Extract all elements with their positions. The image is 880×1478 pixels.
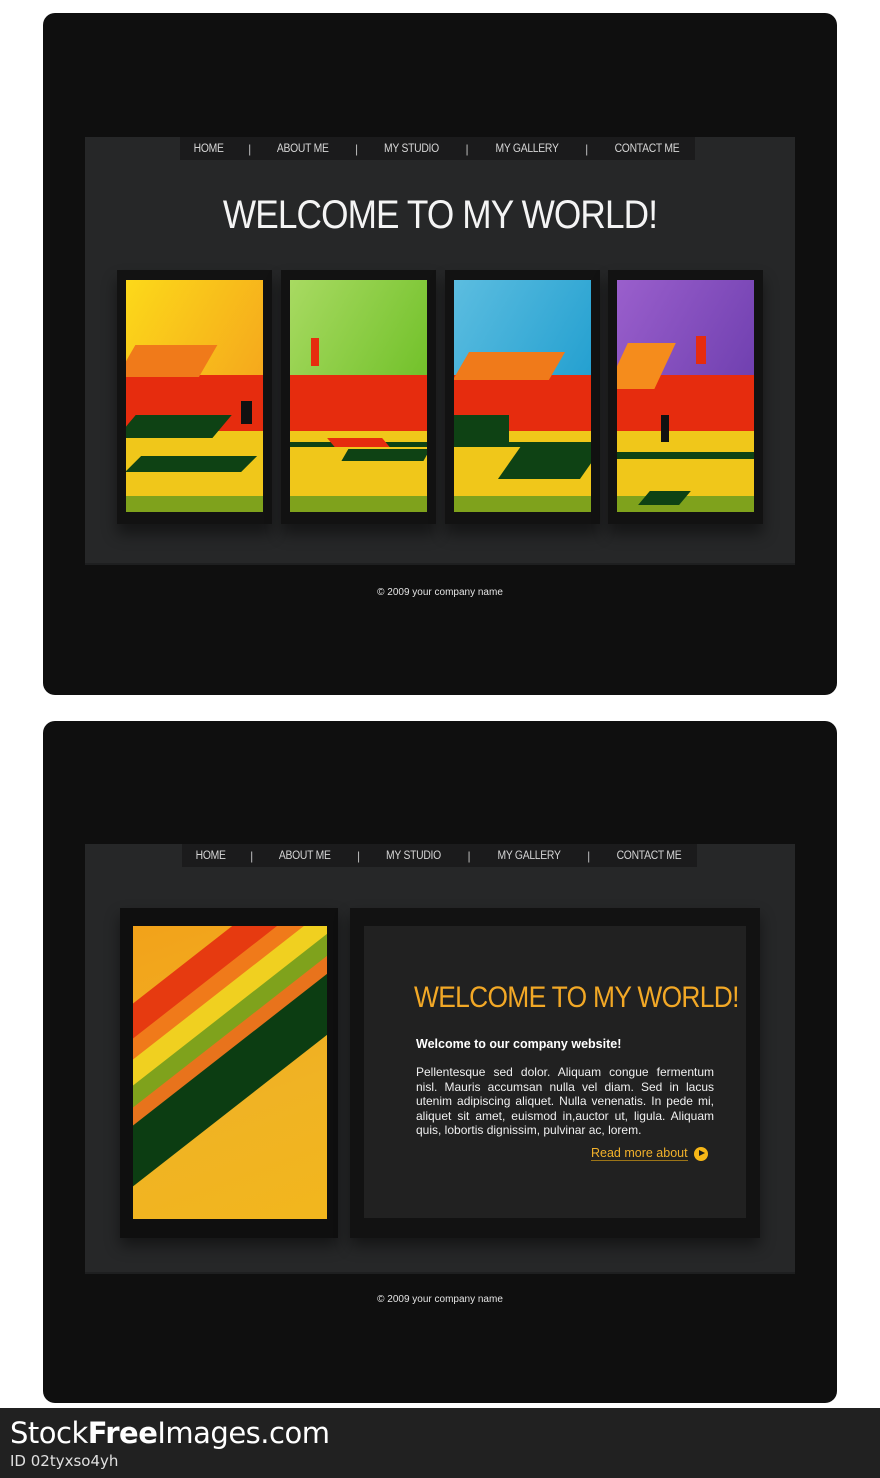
nav-separator: | bbox=[248, 141, 252, 156]
nav-separator: | bbox=[357, 848, 361, 863]
copyright-footer: © 2009 your company name bbox=[377, 1294, 503, 1305]
art-band bbox=[126, 495, 263, 512]
artwork-purple bbox=[617, 280, 754, 512]
art-shape bbox=[341, 449, 427, 461]
nav-my-gallery[interactable]: MY GALLERY bbox=[497, 850, 560, 862]
nav-about-me[interactable]: ABOUT ME bbox=[279, 850, 331, 862]
nav-separator: | bbox=[585, 141, 589, 156]
featured-artwork bbox=[133, 926, 327, 1219]
art-shape bbox=[454, 442, 591, 448]
watermark-bar: StockFreeImages.com ID 02tyxso4yh bbox=[0, 1408, 880, 1478]
art-shape bbox=[310, 338, 319, 366]
art-shape bbox=[241, 400, 253, 424]
nav-my-studio[interactable]: MY STUDIO bbox=[384, 143, 439, 155]
nav-about-me[interactable]: ABOUT ME bbox=[277, 143, 329, 155]
nav-contact-me[interactable]: CONTACT ME bbox=[617, 850, 682, 862]
nav-separator: | bbox=[587, 848, 591, 863]
gallery-item-4[interactable] bbox=[608, 270, 763, 524]
nav-separator: | bbox=[465, 141, 469, 156]
art-band bbox=[617, 430, 754, 496]
art-shape bbox=[454, 414, 509, 443]
art-shape bbox=[617, 451, 754, 459]
copyright-footer: © 2009 your company name bbox=[377, 587, 503, 598]
nav-home[interactable]: HOME bbox=[193, 143, 223, 155]
art-band bbox=[290, 495, 427, 512]
art-band bbox=[454, 495, 591, 512]
body-text: Pellentesque sed dolor. Aliquam congue f… bbox=[416, 1065, 714, 1138]
art-shape bbox=[696, 335, 707, 364]
artwork-yellow bbox=[126, 280, 263, 512]
nav-separator: | bbox=[467, 848, 471, 863]
nav-my-gallery[interactable]: MY GALLERY bbox=[495, 143, 558, 155]
welcome-card: WELCOME TO MY WORLD! Welcome to our comp… bbox=[350, 908, 760, 1238]
content-stage: HOME | ABOUT ME | MY STUDIO | MY GALLERY… bbox=[85, 844, 795, 1274]
read-more-label[interactable]: Read more about bbox=[591, 1146, 688, 1161]
featured-artwork-frame[interactable] bbox=[120, 908, 338, 1238]
art-band bbox=[290, 375, 427, 431]
website-mockup-content-layout: HOME | ABOUT ME | MY STUDIO | MY GALLERY… bbox=[43, 721, 837, 1403]
brand-bold: Free bbox=[87, 1416, 158, 1450]
gallery-item-2[interactable] bbox=[281, 270, 436, 524]
website-mockup-gallery-layout: HOME | ABOUT ME | MY STUDIO | MY GALLERY… bbox=[43, 13, 837, 695]
subheading: Welcome to our company website! bbox=[416, 1037, 622, 1051]
art-shape bbox=[126, 456, 258, 473]
image-id: ID 02tyxso4yh bbox=[10, 1452, 119, 1470]
nav-contact-me[interactable]: CONTACT ME bbox=[615, 143, 680, 155]
content-stage: HOME | ABOUT ME | MY STUDIO | MY GALLERY… bbox=[85, 137, 795, 565]
read-more-link[interactable]: Read more about bbox=[591, 1146, 708, 1161]
page-title: WELCOME TO MY WORLD! bbox=[222, 193, 658, 237]
nav-my-studio[interactable]: MY STUDIO bbox=[386, 850, 441, 862]
welcome-card-inner: WELCOME TO MY WORLD! Welcome to our comp… bbox=[364, 926, 746, 1218]
gallery-item-1[interactable] bbox=[117, 270, 272, 524]
play-arrow-icon[interactable] bbox=[693, 1146, 708, 1161]
page-title: WELCOME TO MY WORLD! bbox=[414, 981, 739, 1014]
nav-separator: | bbox=[250, 848, 254, 863]
nav-home[interactable]: HOME bbox=[195, 850, 225, 862]
watermark-brand: StockFreeImages.com bbox=[10, 1416, 330, 1450]
gallery-grid bbox=[117, 270, 763, 524]
art-shape bbox=[327, 437, 390, 448]
main-nav: HOME | ABOUT ME | MY STUDIO | MY GALLERY… bbox=[180, 137, 695, 160]
artwork-green bbox=[290, 280, 427, 512]
main-nav: HOME | ABOUT ME | MY STUDIO | MY GALLERY… bbox=[182, 844, 697, 867]
art-shape bbox=[660, 414, 670, 443]
artwork-blue bbox=[454, 280, 591, 512]
brand-suffix: Images.com bbox=[157, 1416, 330, 1450]
nav-separator: | bbox=[355, 141, 359, 156]
gallery-item-3[interactable] bbox=[445, 270, 600, 524]
brand-prefix: Stock bbox=[10, 1416, 88, 1450]
art-shape bbox=[454, 351, 565, 380]
